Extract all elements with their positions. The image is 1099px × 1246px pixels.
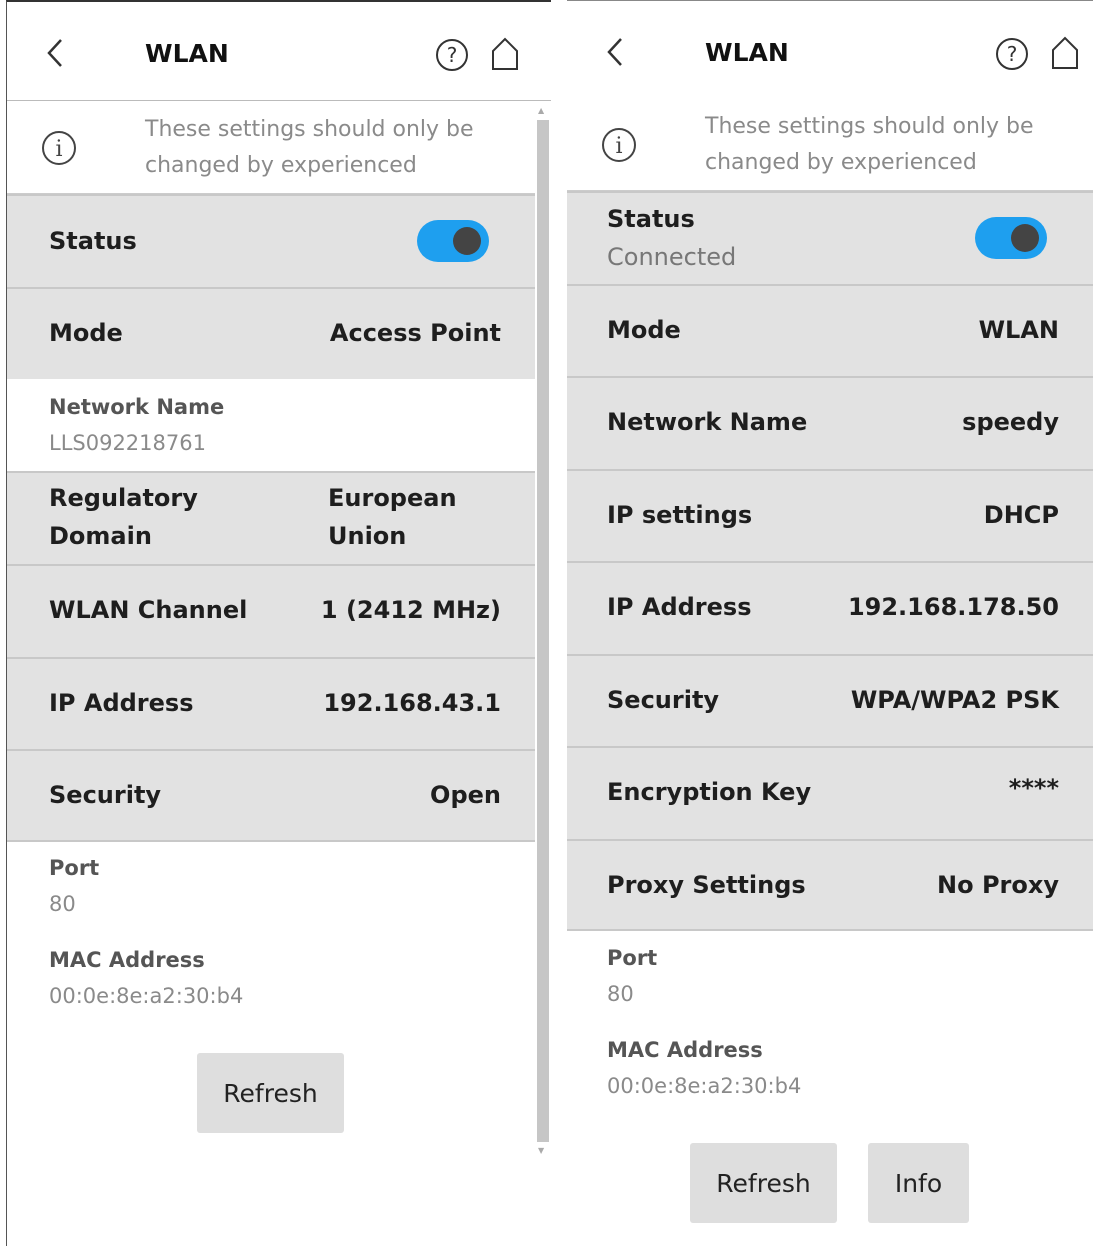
- warning-row: i These settings should only be changed …: [7, 102, 535, 214]
- port-value: 80: [607, 982, 634, 1006]
- mac-address-label: MAC Address: [49, 948, 205, 972]
- regulatory-label-line1: Regulatory: [49, 484, 198, 512]
- regulatory-label-line2: Domain: [49, 522, 152, 550]
- svg-text:?: ?: [1007, 42, 1018, 66]
- ip-settings-row[interactable]: IP settings DHCP: [567, 469, 1093, 561]
- page-title: WLAN: [705, 38, 789, 67]
- security-label: Security: [607, 686, 720, 714]
- scroll-up-arrow[interactable]: ▲: [538, 106, 544, 115]
- mode-row[interactable]: Mode Access Point: [7, 287, 535, 379]
- port-label: Port: [607, 946, 658, 970]
- mode-value: WLAN: [978, 316, 1059, 344]
- home-icon[interactable]: [1051, 36, 1079, 70]
- regulatory-domain-row[interactable]: Regulatory Domain European Union: [7, 471, 535, 564]
- network-name-label: Network Name: [49, 395, 225, 419]
- wlan-channel-label: WLAN Channel: [49, 596, 248, 624]
- svg-text:i: i: [615, 134, 622, 159]
- scrollbar-thumb[interactable]: [537, 120, 549, 1142]
- security-row[interactable]: Security WPA/WPA2 PSK: [567, 654, 1093, 746]
- security-value: Open: [430, 781, 501, 809]
- wlan-channel-value: 1 (2412 MHz): [320, 596, 501, 624]
- back-chevron-icon[interactable]: [47, 38, 63, 68]
- status-label: Status: [49, 227, 137, 255]
- network-name-value: speedy: [962, 408, 1059, 436]
- status-toggle[interactable]: [417, 220, 489, 262]
- port-value: 80: [49, 892, 76, 916]
- back-chevron-icon[interactable]: [607, 37, 623, 67]
- ip-address-row[interactable]: IP Address 192.168.43.1: [7, 657, 535, 749]
- help-icon[interactable]: ?: [995, 37, 1029, 71]
- status-toggle[interactable]: [975, 217, 1047, 259]
- network-name-row[interactable]: Network Name speedy: [567, 376, 1093, 469]
- network-name-value: LLS092218761: [49, 431, 206, 455]
- ip-address-label: IP Address: [607, 593, 752, 621]
- refresh-button[interactable]: Refresh: [690, 1143, 837, 1223]
- proxy-settings-label: Proxy Settings: [607, 871, 806, 899]
- mode-row[interactable]: Mode WLAN: [567, 284, 1093, 376]
- home-icon[interactable]: [491, 37, 519, 71]
- help-icon[interactable]: ?: [435, 38, 469, 72]
- wlan-panel-client: WLAN ? i These settings should only be c…: [567, 0, 1093, 1245]
- regulatory-value-line2: Union: [328, 522, 407, 550]
- network-name-row: Network Name LLS092218761: [7, 379, 535, 471]
- security-row[interactable]: Security Open: [7, 749, 535, 842]
- svg-text:?: ?: [447, 43, 458, 67]
- ip-settings-label: IP settings: [607, 501, 753, 529]
- security-label: Security: [49, 781, 162, 809]
- wlan-channel-row[interactable]: WLAN Channel 1 (2412 MHz): [7, 564, 535, 657]
- toggle-knob: [1011, 224, 1039, 252]
- ip-address-row[interactable]: IP Address 192.168.178.50: [567, 561, 1093, 654]
- warning-row: i These settings should only be changed …: [567, 99, 1093, 211]
- status-value: Connected: [607, 243, 737, 271]
- security-value: WPA/WPA2 PSK: [850, 686, 1059, 714]
- mac-address-value: 00:0e:8e:a2:30:b4: [607, 1074, 802, 1098]
- regulatory-value-line1: European: [328, 484, 457, 512]
- status-row: Status Connected: [567, 191, 1093, 284]
- ip-address-value: 192.168.178.50: [847, 593, 1059, 621]
- encryption-key-value: ****: [1008, 774, 1059, 802]
- toggle-knob: [453, 227, 481, 255]
- ip-address-label: IP Address: [49, 689, 194, 717]
- scroll-down-arrow[interactable]: ▼: [538, 1146, 544, 1155]
- encryption-key-row[interactable]: Encryption Key ****: [567, 746, 1093, 839]
- mode-label: Mode: [607, 316, 681, 344]
- encryption-key-label: Encryption Key: [607, 778, 812, 806]
- proxy-settings-row[interactable]: Proxy Settings No Proxy: [567, 839, 1093, 931]
- info-icon: i: [42, 131, 76, 165]
- info-button[interactable]: Info: [868, 1143, 969, 1223]
- svg-text:i: i: [55, 137, 62, 162]
- mode-value: Access Point: [329, 319, 501, 347]
- network-name-label: Network Name: [607, 408, 808, 436]
- wlan-panel-access-point: WLAN ? i These settings should only be c…: [6, 0, 551, 1246]
- ip-settings-value: DHCP: [983, 501, 1059, 529]
- port-label: Port: [49, 856, 100, 880]
- refresh-button[interactable]: Refresh: [197, 1053, 344, 1133]
- mode-label: Mode: [49, 319, 123, 347]
- header: WLAN ?: [567, 1, 1093, 100]
- mac-address-label: MAC Address: [607, 1038, 763, 1062]
- page-title: WLAN: [145, 39, 229, 68]
- mac-address-value: 00:0e:8e:a2:30:b4: [49, 984, 244, 1008]
- info-icon: i: [602, 128, 636, 162]
- proxy-settings-value: No Proxy: [937, 871, 1059, 899]
- status-row: Status: [7, 194, 535, 287]
- status-label: Status: [607, 205, 695, 233]
- header: WLAN ?: [7, 2, 551, 101]
- ip-address-value: 192.168.43.1: [323, 689, 501, 717]
